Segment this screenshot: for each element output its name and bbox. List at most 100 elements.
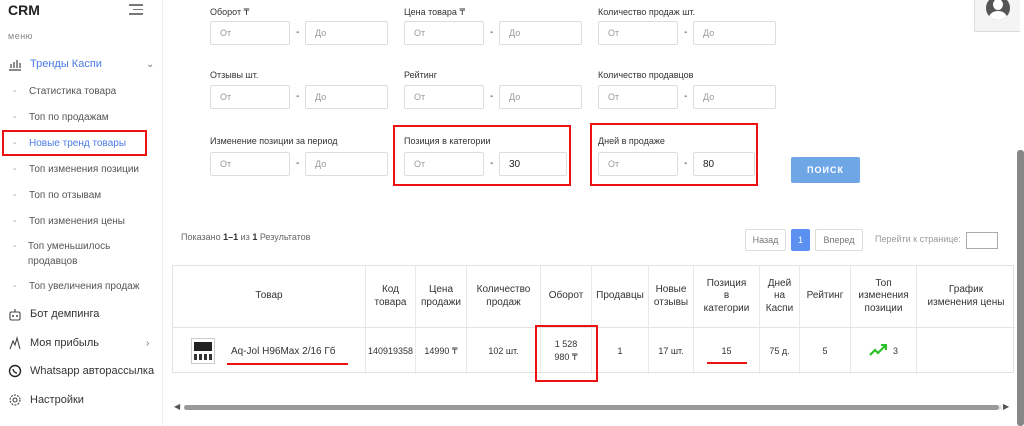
gear-icon	[8, 393, 22, 407]
sellers-from-input[interactable]: От	[598, 85, 678, 109]
range-dash: -	[490, 27, 494, 38]
rating-from-input[interactable]: От	[404, 85, 484, 109]
cell-sellers: 1	[592, 328, 649, 374]
column-header-code[interactable]: Код товара	[366, 266, 416, 328]
sidebar-subitem-label: Топ изменения позиции	[29, 164, 140, 175]
sidebar-item-label: Тренды Каспи	[30, 58, 102, 70]
column-header-category-position[interactable]: Позиция в категории	[694, 266, 760, 328]
results-range: 1–1	[223, 232, 239, 242]
red-underline	[227, 363, 348, 365]
cell-days: 75 д.	[760, 328, 800, 374]
turnover-from-input[interactable]: От	[210, 21, 290, 45]
goto-page-input[interactable]	[966, 232, 998, 249]
highlight-box	[535, 325, 598, 382]
highlight-box	[2, 130, 147, 156]
sellers-to-input[interactable]: До	[693, 85, 776, 109]
horizontal-scrollbar[interactable]: ◀ ▶	[172, 401, 1014, 413]
range-dash: -	[296, 27, 300, 38]
column-header-product[interactable]: Товар	[173, 266, 366, 328]
cell-price-chart	[917, 328, 1015, 374]
top-change-value: 3	[892, 346, 898, 356]
results-suffix: Результатов	[257, 232, 311, 242]
column-header-top-position-change[interactable]: Топ изменения позиции	[851, 266, 917, 328]
range-dash: -	[490, 91, 494, 102]
sidebar-item-label: Моя прибыль	[30, 337, 99, 349]
column-header-turnover[interactable]: Оборот	[541, 266, 592, 328]
chart-icon	[8, 57, 22, 71]
reviews-from-input[interactable]: От	[210, 85, 290, 109]
reviews-to-input[interactable]: До	[305, 85, 388, 109]
cell-category-position: 15	[694, 328, 760, 374]
app-logo: CRM	[8, 2, 40, 18]
sidebar-subitem-top-reviews[interactable]: - Топ по отзывам	[13, 190, 101, 201]
sidebar-subitem-label: Топ по продажам	[29, 112, 109, 123]
sidebar-item-settings[interactable]: Настройки	[8, 393, 84, 407]
chevron-right-icon: ›	[146, 337, 150, 349]
prev-page-button[interactable]: Назад	[745, 229, 786, 251]
page-1-button[interactable]: 1	[791, 229, 810, 251]
user-menu[interactable]	[974, 0, 1020, 32]
column-header-sellers[interactable]: Продавцы	[592, 266, 649, 328]
filter-label-position-change: Изменение позиции за период	[210, 136, 338, 146]
sidebar-subitem-label: Топ уменьшилось продавцов	[27, 241, 111, 267]
results-prefix: Показано	[181, 232, 224, 242]
price-to-input[interactable]: До	[499, 21, 582, 45]
rating-to-input[interactable]: До	[499, 85, 582, 109]
filter-label-reviews: Отзывы шт.	[210, 70, 259, 80]
menu-toggle-icon[interactable]	[129, 4, 143, 18]
table-row[interactable]: Aq-Jol H96Max 2/16 Гб	[173, 328, 366, 374]
sidebar-item-label: Whatsapp авторассылка	[30, 365, 155, 377]
cell-code: 140919358	[366, 328, 416, 374]
search-button[interactable]: ПОИСК	[791, 157, 860, 183]
scroll-thumb[interactable]	[184, 405, 999, 410]
sidebar-subitem-top-sellers-decrease[interactable]: - Топ уменьшилось продавцов	[13, 240, 153, 269]
sidebar-subitem-top-price-change[interactable]: - Топ изменения цены	[13, 216, 125, 227]
sidebar-item-whatsapp[interactable]: Whatsapp авторассылка	[8, 364, 154, 378]
range-dash: -	[684, 27, 688, 38]
position-change-to-input[interactable]: До	[305, 152, 388, 176]
column-header-new-reviews[interactable]: Новые отзывы	[649, 266, 694, 328]
results-middle: из	[238, 232, 253, 242]
sidebar-item-label: Настройки	[30, 394, 84, 406]
cell-sales: 102 шт.	[467, 328, 541, 374]
sidebar-item-dumping-bot[interactable]: Бот демпинга	[8, 307, 99, 321]
chevron-down-icon: ⌄	[146, 58, 155, 70]
sidebar-subitem-product-stats[interactable]: - Статистика товара	[13, 86, 116, 97]
product-name[interactable]: Aq-Jol H96Max 2/16 Гб	[231, 346, 336, 357]
goto-page-label: Перейти к странице:	[875, 234, 961, 244]
sidebar-subitem-top-sales-increase[interactable]: - Топ увеличения продаж	[13, 281, 139, 292]
column-header-price[interactable]: Цена продажи	[416, 266, 467, 328]
sidebar: CRM меню Тренды Каспи ⌄ - Статистика това…	[0, 0, 163, 426]
sales-to-input[interactable]: До	[693, 21, 776, 45]
vertical-scrollbar[interactable]	[1017, 150, 1024, 426]
range-dash: -	[684, 91, 688, 102]
filter-label-sellers: Количество продавцов	[598, 70, 694, 80]
column-header-price-chart[interactable]: График изменения цены	[917, 266, 1015, 328]
column-header-sales[interactable]: Количество продаж	[467, 266, 541, 328]
sidebar-item-label: Бот демпинга	[30, 308, 100, 320]
red-underline	[707, 362, 747, 364]
filter-label-sales-count: Количество продаж шт.	[598, 7, 696, 17]
whatsapp-icon	[8, 364, 22, 378]
sidebar-item-kaspi-trends[interactable]: Тренды Каспи ⌄	[8, 57, 154, 71]
turnover-to-input[interactable]: До	[305, 21, 388, 45]
avatar[interactable]	[986, 0, 1010, 20]
sidebar-item-my-profit[interactable]: Моя прибыль ›	[8, 336, 149, 350]
sidebar-subitem-label: Топ увеличения продаж	[29, 281, 140, 292]
scroll-left-icon[interactable]: ◀	[174, 402, 180, 411]
sales-from-input[interactable]: От	[598, 21, 678, 45]
filter-label-price: Цена товара ₸	[404, 7, 466, 17]
position-change-from-input[interactable]: От	[210, 152, 290, 176]
range-dash: -	[296, 91, 300, 102]
highlight-box	[393, 125, 571, 186]
next-page-button[interactable]: Вперед	[815, 229, 863, 251]
column-header-days-on-kaspi[interactable]: Дней на Каспи	[760, 266, 800, 328]
results-summary: Показано 1–1 из 1 Результатов	[181, 232, 310, 242]
product-thumbnail	[191, 338, 215, 364]
sidebar-subitem-label: Топ изменения цены	[29, 216, 125, 227]
scroll-right-icon[interactable]: ▶	[1003, 402, 1009, 411]
column-header-rating[interactable]: Рейтинг	[800, 266, 851, 328]
sidebar-subitem-top-position-change[interactable]: - Топ изменения позиции	[13, 164, 139, 175]
sidebar-subitem-top-sales[interactable]: - Топ по продажам	[13, 112, 109, 123]
price-from-input[interactable]: От	[404, 21, 484, 45]
